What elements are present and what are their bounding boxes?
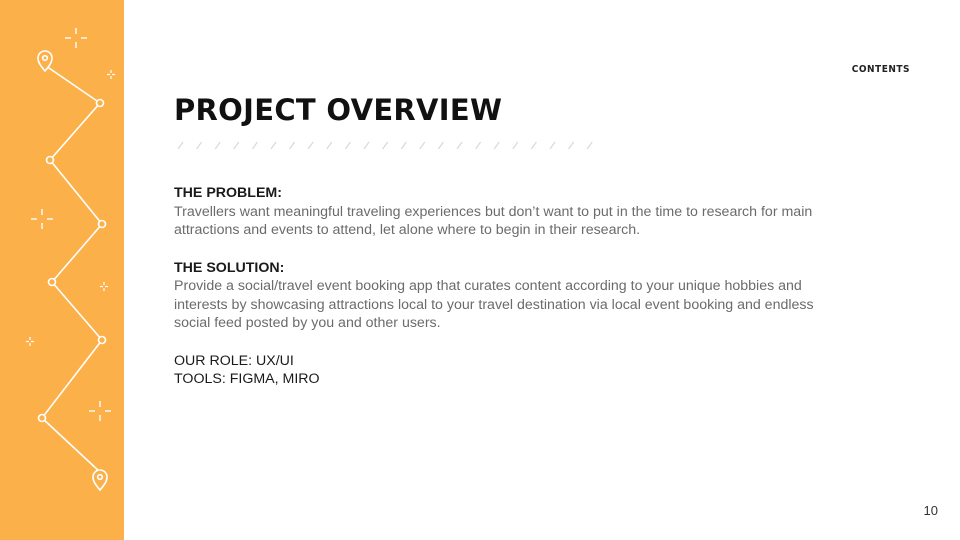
divider-dash	[382, 141, 389, 150]
divider-dash	[251, 141, 258, 150]
route-line-icon	[26, 28, 115, 492]
page-title: PROJECT OVERVIEW	[174, 93, 503, 127]
divider-dash	[530, 141, 537, 150]
page-number: 10	[923, 503, 938, 518]
divider-dash	[196, 141, 203, 150]
divider-dash	[177, 141, 184, 150]
sparkle-icon	[100, 282, 108, 291]
divider-dash	[419, 141, 426, 150]
problem-section: THE PROBLEM: Travellers want meaningful …	[174, 184, 844, 240]
divider	[177, 141, 593, 150]
map-pin-icon	[92, 469, 108, 492]
contents-link[interactable]: CONTENTS	[852, 64, 910, 75]
solution-text: Provide a social/travel event booking ap…	[174, 278, 814, 331]
divider-dash	[289, 141, 296, 150]
divider-dash	[437, 141, 444, 150]
problem-heading: THE PROBLEM:	[174, 185, 282, 201]
sparkle-icon	[89, 401, 111, 421]
divider-dash	[475, 141, 482, 150]
divider-dash	[568, 141, 575, 150]
overview-content: THE PROBLEM: Travellers want meaningful …	[174, 184, 844, 408]
divider-dash	[344, 141, 351, 150]
divider-dash	[233, 141, 240, 150]
sparkle-icon	[107, 70, 115, 79]
divider-dash	[363, 141, 370, 150]
sparkle-icon	[26, 337, 34, 346]
role-text: OUR ROLE: UX/UI	[174, 352, 294, 369]
divider-dash	[214, 141, 221, 150]
problem-text: Travellers want meaningful traveling exp…	[174, 203, 813, 239]
divider-dash	[493, 141, 500, 150]
divider-dash	[586, 141, 593, 150]
divider-dash	[270, 141, 277, 150]
divider-dash	[512, 141, 519, 150]
tools-text: TOOLS: FIGMA, MIRO	[174, 371, 320, 387]
decorative-sidebar	[0, 0, 124, 540]
solution-heading: THE SOLUTION:	[174, 259, 285, 276]
sparkle-icon	[31, 209, 53, 229]
project-meta: OUR ROLE: UX/UI TOOLS: FIGMA, MIRO	[174, 352, 844, 389]
solution-section: THE SOLUTION: Provide a social/travel ev…	[174, 259, 844, 333]
divider-dash	[326, 141, 333, 150]
sparkle-icon	[65, 28, 87, 48]
divider-dash	[307, 141, 314, 150]
divider-dash	[456, 141, 463, 150]
divider-dash	[549, 141, 556, 150]
divider-dash	[400, 141, 407, 150]
